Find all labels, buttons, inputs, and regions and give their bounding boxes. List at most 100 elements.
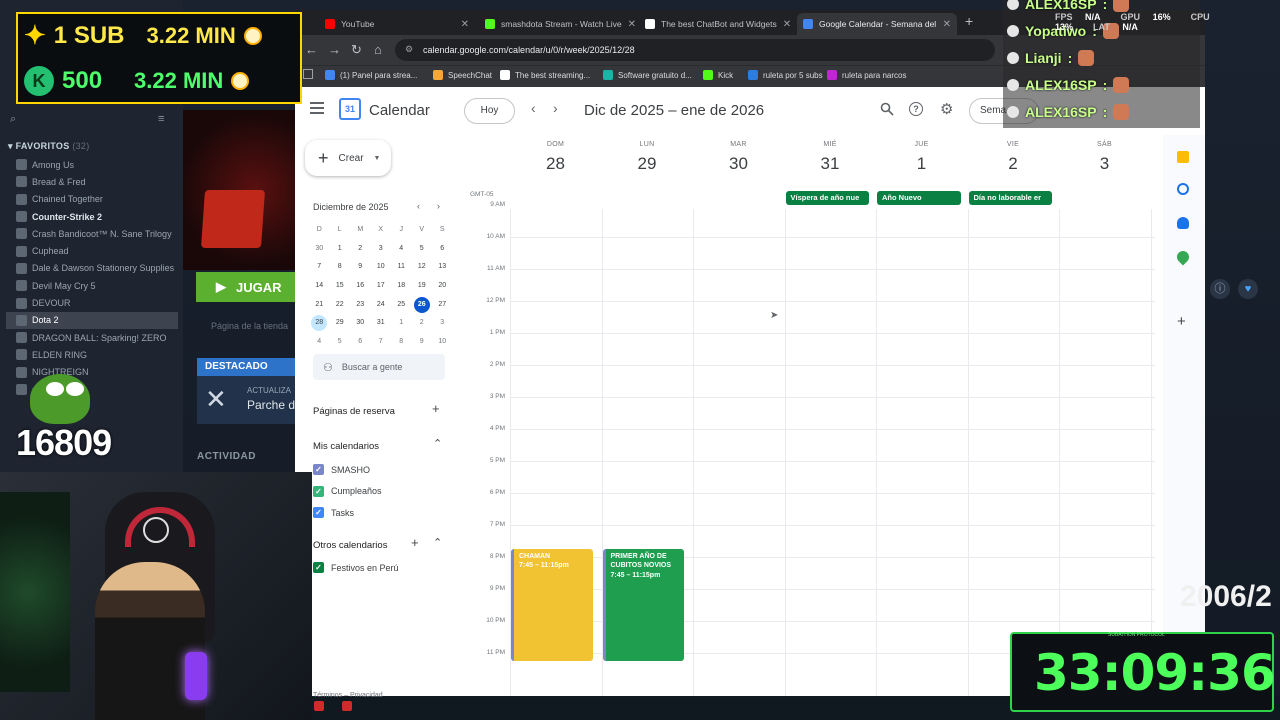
calendar-event[interactable]: PRIMER AÑO DE CUBITOS NOVIOS 7:45 – 11:15… [602,549,684,661]
play-button[interactable]: ▶ JUGAR [196,272,296,302]
checkbox-checked-icon[interactable]: ✓ [313,464,324,475]
all-day-event[interactable]: Año Nuevo [877,191,961,205]
mini-next-month-icon[interactable]: › [437,201,440,211]
all-day-event[interactable]: Día no laborable er [968,191,1052,205]
checkbox-checked-icon[interactable]: ✓ [313,507,324,518]
day-header[interactable]: MAR 30 [693,141,784,174]
contacts-icon[interactable] [1177,217,1189,229]
mini-day[interactable]: 3 [432,315,453,331]
day-header[interactable]: JUE 1 [876,141,967,174]
settings-gear-icon[interactable]: ⚙ [940,100,953,118]
info-icon[interactable]: ⓘ [1210,279,1230,299]
maps-icon[interactable] [1174,248,1192,266]
add-booking-page-icon[interactable]: + [432,401,440,416]
bookmark-item[interactable]: ruleta para narcos [827,70,906,80]
mini-day[interactable]: 10 [432,334,453,350]
day-number[interactable]: 2 [968,154,1059,174]
checkbox-checked-icon[interactable]: ✓ [313,485,324,497]
mini-day[interactable]: 7 [309,259,330,275]
mini-day[interactable]: 16 [350,278,371,294]
chevron-up-icon[interactable]: ⌃ [433,536,442,549]
new-tab-icon[interactable]: + [965,13,973,29]
bookmark-item[interactable]: Software gratuito d... [603,70,692,80]
mini-day[interactable]: 9 [412,334,433,350]
mini-day[interactable]: 24 [371,297,392,313]
mini-day[interactable]: 2 [350,241,371,257]
today-button[interactable]: Hoy [464,98,515,124]
all-day-event[interactable]: Víspera de año nue [785,191,869,205]
game-list-item[interactable]: ELDEN RING [6,346,178,363]
game-list-item[interactable]: Cuphead [6,242,178,259]
site-info-icon[interactable]: ⚙ [405,44,413,55]
mini-day[interactable]: 30 [309,241,330,257]
game-list-item[interactable]: DRAGON BALL: Sparking! ZERO [6,329,178,346]
mini-day[interactable]: 3 [371,241,392,257]
mini-day[interactable]: 31 [371,315,392,331]
bookmark-item[interactable]: The best streaming... [500,70,590,80]
tab-youtube[interactable]: YouTube ✕ [319,13,475,35]
game-list-item[interactable]: Among Us [6,156,178,173]
bookmark-item[interactable]: SpeechChat [433,70,492,80]
time-grid[interactable]: CHAMAN 7:45 – 11:15pm PRIMER AÑO DE CUBITO… [510,209,1155,696]
close-tab-icon[interactable]: ✕ [783,19,791,30]
main-menu-icon[interactable] [310,102,324,117]
mini-day[interactable]: 8 [391,334,412,350]
my-calendars-label[interactable]: Mis calendarios [313,441,379,452]
game-list-item[interactable]: Bread & Fred [6,173,178,190]
day-header[interactable]: DOM 28 [510,141,601,174]
search-icon[interactable] [880,102,894,121]
home-icon[interactable]: ⌂ [374,42,382,57]
mini-day[interactable]: 7 [371,334,392,350]
app-title[interactable]: Calendar [369,102,430,119]
mini-day[interactable]: 26 [413,296,430,313]
mini-day[interactable]: 20 [432,278,453,294]
store-page-link[interactable]: Página de la tienda [211,321,288,331]
mini-day[interactable]: 14 [309,278,330,294]
terms-privacy-link[interactable]: Términos – Privacidad [313,692,383,699]
mini-day[interactable]: 28 [311,315,328,332]
mini-day[interactable]: 21 [309,297,330,313]
day-header[interactable]: MIÉ 31 [785,141,876,174]
game-list-item[interactable]: Crash Bandicoot™ N. Sane Trilogy [6,225,178,242]
close-tab-icon[interactable]: ✕ [943,19,951,30]
mini-day[interactable]: 6 [432,241,453,257]
close-tab-icon[interactable]: ✕ [461,19,469,30]
tab-kick-stream[interactable]: smashdota Stream - Watch Live ✕ [479,13,635,35]
create-button[interactable]: + Crear ▼ [305,140,391,176]
mini-day[interactable]: 11 [391,259,412,275]
mini-day[interactable]: 6 [350,334,371,350]
mini-day[interactable]: 19 [412,278,433,294]
mini-day[interactable]: 12 [412,259,433,275]
filter-icon[interactable]: ≡ [158,113,164,125]
mini-day[interactable]: 9 [350,259,371,275]
mini-day[interactable]: 30 [350,315,371,331]
bookmark-item[interactable]: ruleta por 5 subs [748,70,823,80]
game-list-item[interactable]: Dota 2 [6,311,178,329]
favorites-header[interactable]: ▾ FAVORITOS (32) [8,141,90,152]
mini-day[interactable]: 25 [391,297,412,313]
tab-chatbot[interactable]: The best ChatBot and Widgets ✕ [639,13,795,35]
calendar-list-item[interactable]: ✓ SMASHO [313,464,370,475]
calendar-event[interactable]: CHAMAN 7:45 – 11:15pm [511,549,593,661]
day-number[interactable]: 30 [693,154,784,174]
mini-day[interactable]: 5 [412,241,433,257]
day-header[interactable]: SÁB 3 [1059,141,1150,174]
next-week-icon[interactable]: › [553,100,558,116]
game-list-item[interactable]: DEVOUR [6,294,178,311]
mini-day[interactable]: 2 [412,315,433,331]
reload-icon[interactable]: ↻ [351,42,362,58]
heart-icon[interactable]: ♥ [1238,279,1258,299]
checkbox-checked-icon[interactable]: ✓ [313,562,324,573]
mini-day[interactable]: 18 [391,278,412,294]
day-number[interactable]: 29 [602,154,693,174]
forward-icon[interactable]: → [328,42,341,57]
get-addons-icon[interactable]: + [1177,313,1186,330]
taskbar-app-icon[interactable] [342,701,352,711]
day-number[interactable]: 3 [1059,154,1150,174]
calendar-list-item[interactable]: ✓ Cumpleaños [313,485,382,497]
previous-week-icon[interactable]: ‹ [531,100,536,116]
steam-library-search[interactable]: ⌕ ≡ [6,112,176,130]
taskbar-app-icon[interactable] [314,701,324,711]
mini-day[interactable]: 5 [330,334,351,350]
mini-day[interactable]: 1 [391,315,412,331]
